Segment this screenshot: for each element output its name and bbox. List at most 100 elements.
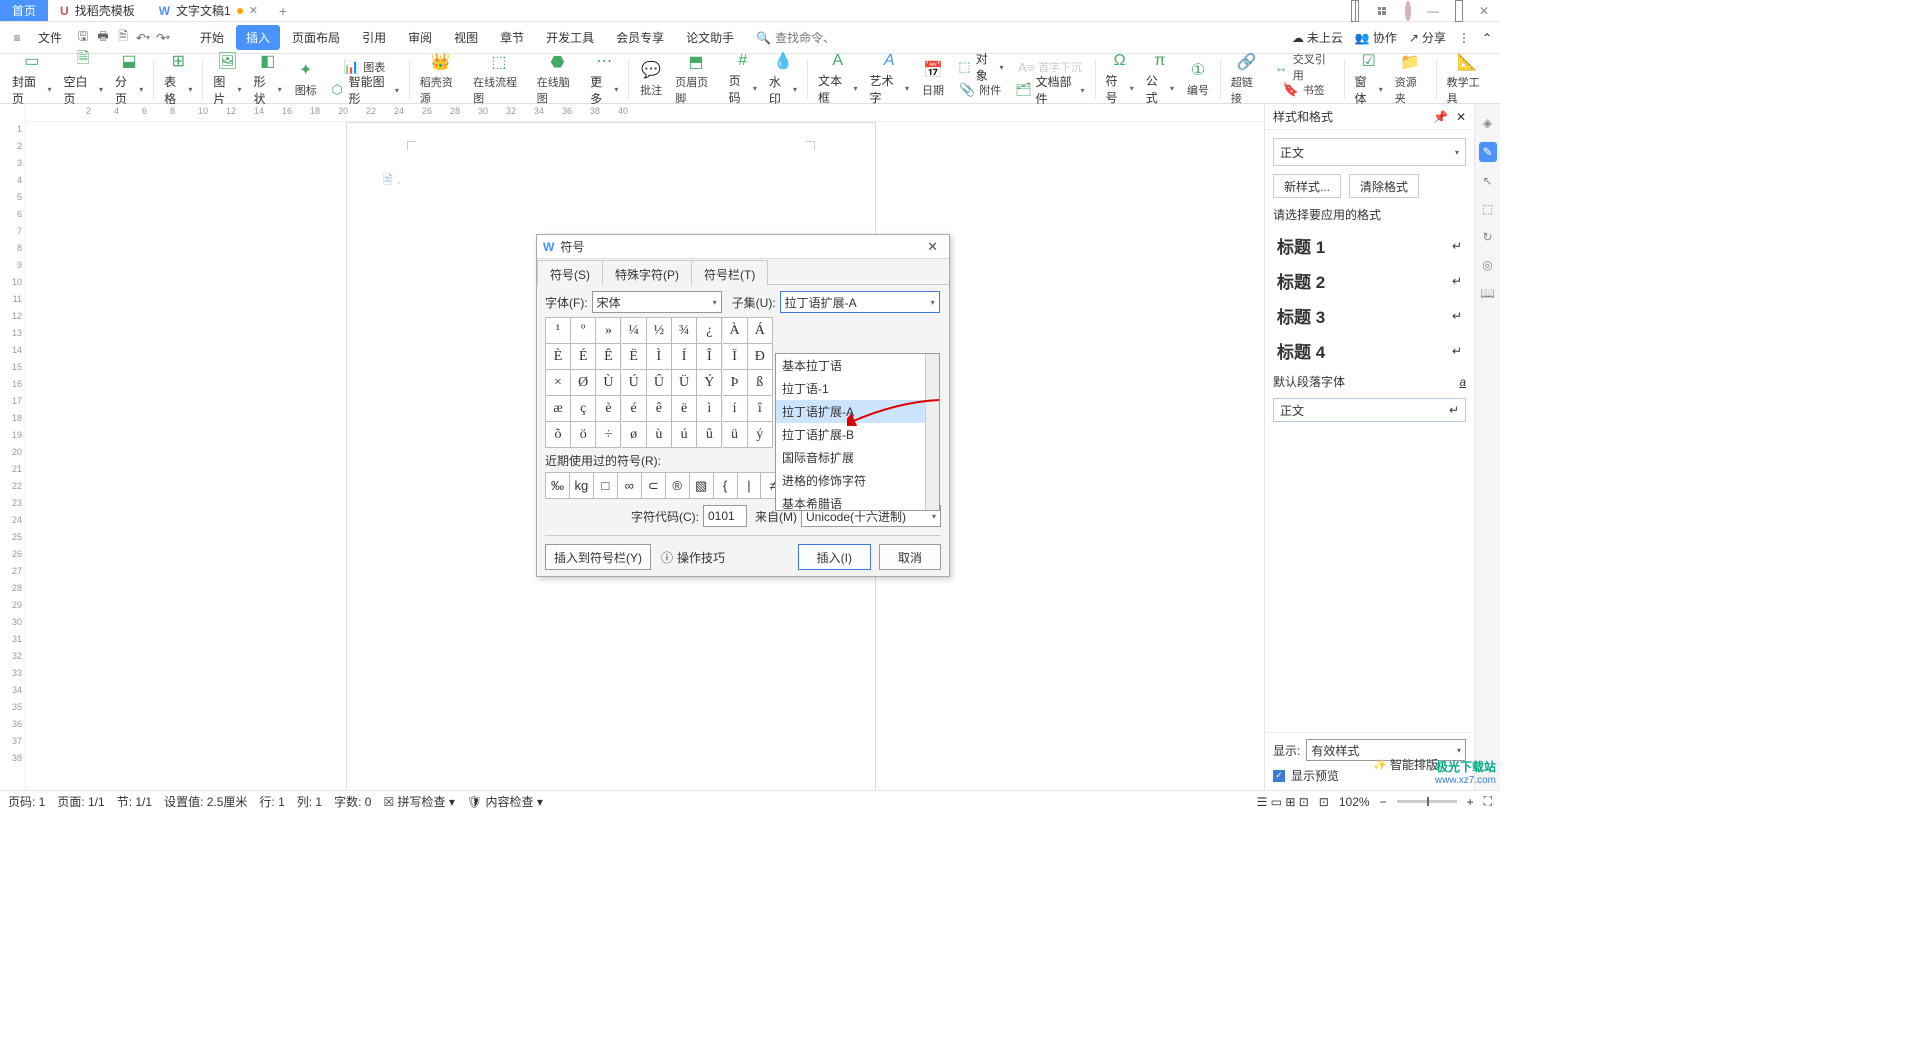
symbol-cell[interactable]: ö [571,422,596,448]
docer-button[interactable]: 👑稻壳资源 [416,56,465,102]
more-icon[interactable]: ⋮ [1458,31,1470,45]
symbol-cell[interactable]: Ý [697,370,722,396]
number-button[interactable]: ①编号 [1182,56,1214,102]
menu-view[interactable]: 视图 [444,25,488,50]
symbol-cell[interactable]: í [723,396,748,422]
dropdown-item[interactable]: 国际音标扩展 [776,446,939,469]
symbol-cell[interactable]: × [546,370,571,396]
bookmark-button[interactable]: 🔖书签 [1270,79,1338,101]
cloud-status[interactable]: ☁ 未上云 [1292,29,1343,46]
symbol-cell[interactable]: ½ [647,318,672,344]
dialog-close-icon[interactable]: ✕ [922,237,943,257]
symbol-cell[interactable]: Ð [748,344,773,370]
object-button[interactable]: ⬚对象▾ [953,56,1008,78]
tab-symbols[interactable]: 符号(S) [537,260,603,285]
tab-close-icon[interactable]: ✕ [249,4,258,17]
share-button[interactable]: ↗ 分享 [1409,29,1446,46]
recent-symbol-cell[interactable]: { [714,473,738,499]
symbol-cell[interactable]: É [571,344,596,370]
symbol-cell[interactable]: ¾ [672,318,697,344]
menu-chapter[interactable]: 章节 [490,25,534,50]
mindmap-button[interactable]: ⬣在线脑图 [533,56,582,102]
style-item[interactable]: 标题 4↵ [1273,336,1466,365]
comment-button[interactable]: 💬批注 [635,56,667,102]
symbol-cell[interactable]: Ë [622,344,647,370]
menu-dev[interactable]: 开发工具 [536,25,604,50]
recent-symbol-cell[interactable]: | [738,473,762,499]
style-item[interactable]: 标题 1↵ [1273,231,1466,260]
symbol-cell[interactable]: º [571,318,596,344]
symbol-cell[interactable]: è [596,396,621,422]
save-icon[interactable]: 🖫 [74,29,92,47]
status-line[interactable]: 行: 1 [259,793,284,810]
maximize-icon[interactable] [1452,1,1466,21]
symbol-cell[interactable]: é [622,396,647,422]
symbol-cell[interactable]: ü [723,422,748,448]
smartart-button[interactable]: ⬡智能图形▾ [326,79,403,101]
wordart-button[interactable]: A艺术字▾ [866,56,914,102]
symbol-cell[interactable]: Ü [672,370,697,396]
grid-icon[interactable] [1372,1,1392,21]
clear-format-button[interactable]: 清除格式 [1349,174,1419,198]
menu-review[interactable]: 审阅 [398,25,442,50]
symbol-cell[interactable]: Ù [596,370,621,396]
dropdown-scrollbar[interactable] [925,354,939,510]
picture-button[interactable]: 🖼图片▾ [209,56,245,102]
menu-ref[interactable]: 引用 [352,25,396,50]
page-number-button[interactable]: #页码▾ [725,56,761,102]
smart-layout-button[interactable]: ✨ 智能排版 [1373,756,1438,773]
zoom-out-icon[interactable]: − [1380,795,1387,809]
page-break-button[interactable]: ⬓分页▾ [111,56,147,102]
minimize-icon[interactable]: — [1424,1,1442,21]
equation-button[interactable]: π公式▾ [1142,56,1178,102]
content-check[interactable]: 🛡 内容检查 ▾ [467,793,543,810]
subset-combo[interactable]: 拉丁语扩展-A▾ [780,291,940,313]
char-code-input[interactable]: 0101 [703,505,747,527]
style-item[interactable]: 标题 3↵ [1273,301,1466,330]
status-page-no[interactable]: 页码: 1 [8,793,45,810]
dropdown-item[interactable]: 拉丁语扩展-B [776,423,939,446]
layout-icon[interactable] [1348,1,1362,21]
symbol-cell[interactable]: ø [622,422,647,448]
date-button[interactable]: 📅日期 [917,56,949,102]
more-button[interactable]: ⋯更多▾ [586,56,622,102]
status-section[interactable]: 节: 1/1 [117,793,152,810]
symbol-cell[interactable]: À [723,318,748,344]
style-item[interactable]: 标题 2↵ [1273,266,1466,295]
resource-button[interactable]: 📁资源夹 [1391,56,1430,102]
print-preview-icon[interactable]: 🗎 [114,29,132,47]
symbol-cell[interactable]: ì [697,396,722,422]
tips-link[interactable]: ⓘ操作技巧 [661,549,725,566]
symbol-cell[interactable]: Ú [622,370,647,396]
recent-symbol-cell[interactable]: □ [594,473,618,499]
spell-check[interactable]: ☒ 拼写检查 ▾ [383,793,454,810]
chevron-icon[interactable]: ⌃ [1482,31,1492,45]
menu-start[interactable]: 开始 [190,25,234,50]
dropdown-item[interactable]: 进格的修饰字符 [776,469,939,492]
new-tab-button[interactable]: + [270,0,296,21]
symbol-cell[interactable]: õ [546,422,571,448]
symbol-cell[interactable]: î [748,396,773,422]
symbol-cell[interactable]: Á [748,318,773,344]
side-refresh-icon[interactable]: ↻ [1479,228,1497,246]
crossref-button[interactable]: ↔交叉引用 [1270,56,1338,78]
symbol-cell[interactable]: ù [647,422,672,448]
menu-vip[interactable]: 会员专享 [606,25,674,50]
table-button[interactable]: ⊞表格▾ [160,56,196,102]
zoom-value[interactable]: 102% [1339,795,1370,809]
attach-button[interactable]: 📎附件 [953,79,1008,101]
textbox-button[interactable]: A文本框▾ [814,56,862,102]
symbol-cell[interactable]: » [596,318,621,344]
side-select-icon[interactable]: ⬚ [1479,200,1497,218]
view-mode-icons[interactable]: ☰ ▭ ⊞ ⊡ [1257,795,1309,809]
zoom-in-icon[interactable]: + [1467,795,1474,809]
form-button[interactable]: ☑窗体▾ [1351,56,1387,102]
redo-icon[interactable]: ↷▾ [154,29,172,47]
symbol-cell[interactable]: ß [748,370,773,396]
font-combo[interactable]: 宋体▾ [592,291,722,313]
symbol-cell[interactable]: ý [748,422,773,448]
side-book-icon[interactable]: 📖 [1479,284,1497,302]
blank-page-button[interactable]: 🗎空白页▾ [60,56,108,102]
symbol-cell[interactable]: û [697,422,722,448]
watermark-button[interactable]: 💧水印▾ [765,56,801,102]
